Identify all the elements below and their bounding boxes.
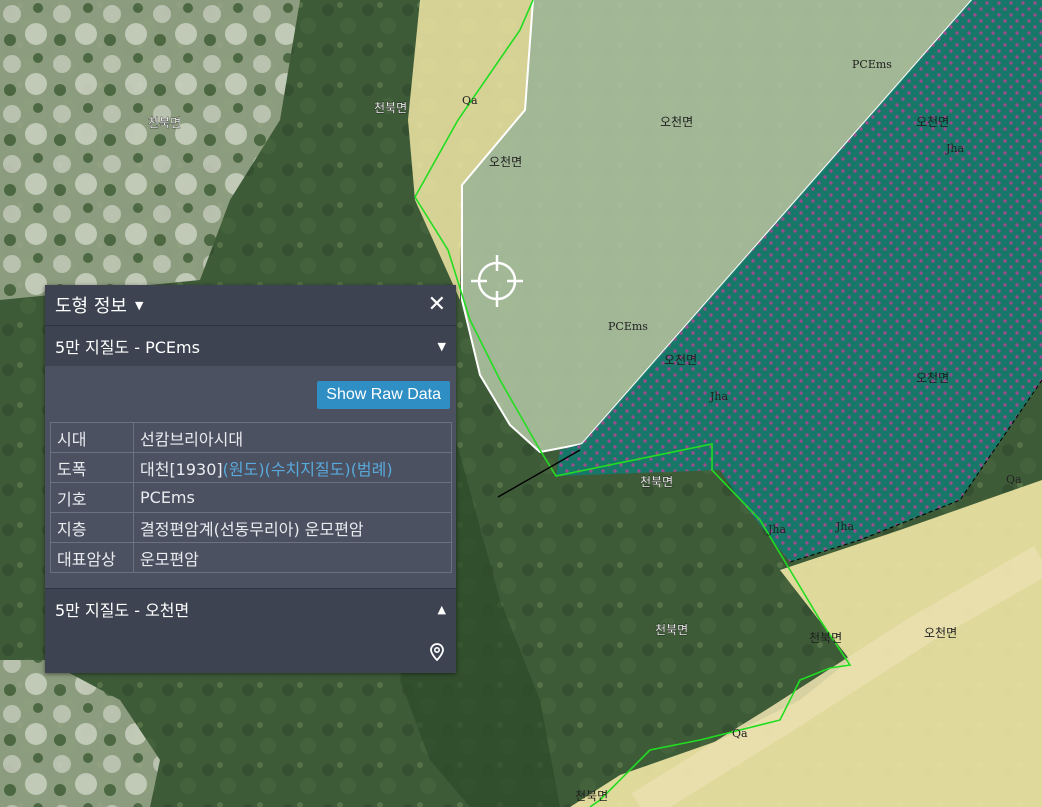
unit-label-pcems-2: PCEms [608,320,648,333]
attr-value: 결정편암계(선동무리아) 운모편암 [133,512,452,543]
close-icon[interactable]: ✕ [428,294,446,316]
unit-label-jha-4: Jha [835,520,854,533]
label-ocheon-3: 오천면 [916,114,949,129]
label-ocheon-2: 오천면 [660,114,693,129]
label-ocheon-6: 오천면 [924,625,957,640]
layer-details-ocheon [45,629,456,675]
label-cheonbuk-5: 천북면 [809,630,842,645]
unit-label-jha-1: Jha [945,142,964,155]
table-row: 시대 선캄브리아시대 [50,422,452,453]
feature-info-panel: 도형 정보 ▼ ✕ 5만 지질도 - PCEms ▼ Show Raw Data… [45,285,456,673]
panel-title: 도형 정보 [55,296,127,317]
layer-section-pcems[interactable]: 5만 지질도 - PCEms ▼ [45,326,456,366]
table-row: 대표암상 운모편암 [50,542,452,573]
unit-label-jha-2: Jha [709,390,728,403]
collapse-down-icon[interactable]: ▼ [438,340,446,353]
attr-value: PCEms [133,482,452,513]
label-cheonbuk-1: 천북면 [148,115,181,130]
layer-name-pcems: 5만 지질도 - PCEms [55,338,200,357]
attr-value: 대천[1930] [140,459,223,479]
link-digital-map[interactable]: (수치지질도) [265,460,351,479]
unit-label-qa-3: Qa [732,727,748,740]
attr-key: 도폭 [50,452,134,483]
label-ocheon-1: 오천면 [489,154,522,169]
label-ocheon-5: 오천면 [916,370,949,385]
attr-value-cell: 대천[1930](원도)(수치지질도)(범례) [133,452,452,483]
unit-label-qa-1: Qa [462,94,478,107]
panel-dropdown-icon[interactable]: ▼ [135,299,143,312]
label-cheonbuk-2: 천북면 [374,100,407,115]
panel-header: 도형 정보 ▼ ✕ [45,285,456,326]
label-cheonbuk-4: 천북면 [655,622,688,637]
attribute-table: 시대 선캄브리아시대 도폭 대천[1930](원도)(수치지질도)(범례) 기호… [50,422,452,573]
attr-key: 지층 [50,512,134,543]
map-pin-icon[interactable] [430,643,444,661]
attr-key: 대표암상 [50,542,134,573]
show-raw-data-button[interactable]: Show Raw Data [317,381,450,409]
layer-details-pcems: Show Raw Data 시대 선캄브리아시대 도폭 대천[1930](원도)… [45,366,456,588]
table-row: 지층 결정편암계(선동무리아) 운모편암 [50,512,452,543]
layer-name-ocheon: 5만 지질도 - 오천면 [55,601,190,620]
label-cheonbuk-3: 천북면 [640,474,673,489]
attr-key: 기호 [50,482,134,513]
link-legend[interactable]: (범례) [351,460,393,479]
unit-label-qa-2: Qa [1006,473,1022,486]
attr-value: 선캄브리아시대 [133,422,452,453]
label-ocheon-4: 오천면 [664,352,697,367]
link-original-map[interactable]: (원도) [223,460,265,479]
attr-value: 운모편암 [133,542,452,573]
unit-label-pcems-1: PCEms [852,58,892,71]
label-cheonbuk-6: 천북면 [575,788,608,803]
attr-key: 시대 [50,422,134,453]
unit-label-jha-3: Jha [767,523,786,536]
table-row: 기호 PCEms [50,482,452,513]
expand-up-icon[interactable]: ▲ [438,603,446,616]
table-row: 도폭 대천[1930](원도)(수치지질도)(범례) [50,452,452,483]
layer-section-ocheon[interactable]: 5만 지질도 - 오천면 ▲ [45,588,456,629]
